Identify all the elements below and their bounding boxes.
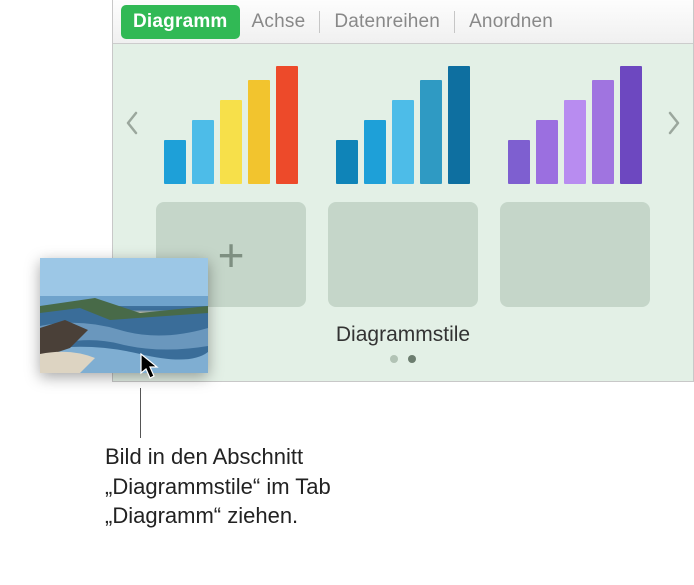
empty-style-slot[interactable] xyxy=(500,202,650,307)
style-preview-bar xyxy=(420,80,442,184)
styles-carousel xyxy=(121,58,685,188)
chart-style-thumbnail[interactable] xyxy=(328,73,478,188)
page-dot-current[interactable] xyxy=(408,355,416,363)
style-preview-bar xyxy=(564,100,586,184)
dragged-image-thumbnail[interactable] xyxy=(40,258,208,373)
empty-style-slot[interactable] xyxy=(328,202,478,307)
style-preview-bar xyxy=(620,66,642,184)
tab-diagramm[interactable]: Diagramm xyxy=(121,5,240,39)
style-preview-bar xyxy=(536,120,558,184)
tab-anordnen[interactable]: Anordnen xyxy=(457,5,565,39)
plus-icon: + xyxy=(218,232,245,278)
chart-style-thumbnail[interactable] xyxy=(500,73,650,188)
style-preview-bar xyxy=(508,140,530,184)
style-preview-bar xyxy=(592,80,614,184)
style-preview-bar xyxy=(392,100,414,184)
style-preview-bar xyxy=(164,140,186,184)
style-preview-bar xyxy=(192,120,214,184)
style-preview-bar xyxy=(248,80,270,184)
chevron-right-icon xyxy=(667,111,681,135)
chart-style-thumbnail[interactable] xyxy=(156,73,306,188)
style-preview-bar xyxy=(336,140,358,184)
style-preview-bar xyxy=(364,120,386,184)
style-preview-bar xyxy=(220,100,242,184)
tab-separator xyxy=(319,11,320,33)
page-dot[interactable] xyxy=(390,355,398,363)
tab-separator xyxy=(454,11,455,33)
carousel-prev-button[interactable] xyxy=(121,63,143,183)
style-preview-bar xyxy=(448,66,470,184)
chart-style-thumbnails xyxy=(143,58,663,188)
callout-instruction: Bild in den Abschnitt „Diagrammstile“ im… xyxy=(105,442,425,531)
style-preview-bar xyxy=(276,66,298,184)
tab-achse[interactable]: Achse xyxy=(240,5,318,39)
carousel-next-button[interactable] xyxy=(663,63,685,183)
tab-datenreihen[interactable]: Datenreihen xyxy=(322,5,452,39)
chevron-left-icon xyxy=(125,111,139,135)
callout-leader-line xyxy=(140,388,141,438)
inspector-tabbar: Diagramm Achse Datenreihen Anordnen xyxy=(113,0,693,44)
photo-thumbnail-icon xyxy=(40,258,208,373)
